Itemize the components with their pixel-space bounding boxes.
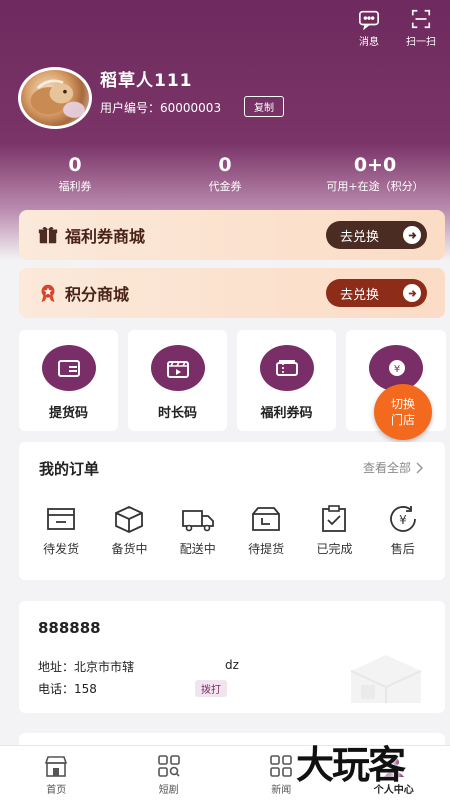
pickup-tray-icon xyxy=(252,507,281,531)
welfare-mall-card[interactable]: 福利券商城 去兑换 xyxy=(19,210,445,260)
coin-yen-icon: ¥ xyxy=(389,360,405,376)
user-id: 用户编号：60000003 xyxy=(100,101,222,115)
avatar[interactable] xyxy=(18,67,92,129)
order-status-label: 已完成 xyxy=(316,542,353,556)
yen-return-icon: ¥ xyxy=(389,506,416,532)
tile-label: 时长码 xyxy=(157,406,197,421)
medal-icon xyxy=(41,284,55,303)
tab-label: 短剧 xyxy=(158,785,179,796)
tab-label: 首页 xyxy=(46,785,67,796)
phone-line: 电话：158 xyxy=(38,682,97,696)
svg-text:¥: ¥ xyxy=(394,364,400,375)
news-grid-icon xyxy=(270,755,293,777)
order-status-label: 待发货 xyxy=(43,542,80,556)
order-status-after-sales[interactable]: ¥ 售后 xyxy=(373,504,433,557)
copy-id-button[interactable]: 复制 xyxy=(244,96,284,117)
order-status-completed[interactable]: 已完成 xyxy=(304,504,364,557)
gift-box-icon xyxy=(38,226,58,244)
svg-text:¥: ¥ xyxy=(399,513,407,527)
stat-label: 福利券 xyxy=(58,180,92,193)
order-status-awaiting-pickup[interactable]: 待提货 xyxy=(236,504,296,557)
stat-label: 代金券 xyxy=(208,180,242,193)
address-name: 888888 xyxy=(38,619,101,637)
order-status-delivering[interactable]: 配送中 xyxy=(168,504,228,557)
order-status-label: 配送中 xyxy=(179,542,216,556)
switch-store-button[interactable]: 切换 门店 xyxy=(374,384,432,440)
message-icon xyxy=(359,10,379,30)
switch-store-line2: 门店 xyxy=(390,413,415,427)
address-card[interactable]: 888888 地址：北京市市辖 dz 电话：158 拨打 xyxy=(19,601,445,713)
tile-welfare-code[interactable]: 福利券码 xyxy=(237,330,336,431)
tile-label: 提货码 xyxy=(48,406,88,421)
call-button[interactable]: 拨打 xyxy=(195,680,227,697)
stat-welfare-coupons[interactable]: 0 福利券 xyxy=(0,154,150,194)
redeem-label: 去兑换 xyxy=(340,287,380,303)
video-clapper-icon xyxy=(166,361,189,378)
points-mall-title: 积分商城 xyxy=(65,285,130,304)
stat-points[interactable]: 0+0 可用+在途（积分） xyxy=(300,154,450,194)
tab-home[interactable]: 首页 xyxy=(0,746,113,800)
messages-button[interactable]: 消息 xyxy=(358,8,380,48)
wallet-icon xyxy=(57,360,80,377)
order-status-preparing[interactable]: 备货中 xyxy=(99,504,159,557)
box-icon xyxy=(115,506,144,533)
home-store-icon xyxy=(45,756,68,777)
stat-value: 0+0 xyxy=(353,154,397,176)
order-status-pending-ship[interactable]: 待发货 xyxy=(31,504,91,557)
welfare-mall-title: 福利券商城 xyxy=(65,227,146,246)
stat-vouchers[interactable]: 0 代金券 xyxy=(150,154,300,194)
stat-value: 0 xyxy=(218,154,232,176)
address-extra: dz xyxy=(225,658,239,672)
tile-label: 福利券码 xyxy=(260,406,313,421)
ticket-icon xyxy=(275,360,298,376)
arrow-right-icon xyxy=(403,226,421,244)
stat-value: 0 xyxy=(68,154,82,176)
top-actions: 消息 扫一扫 xyxy=(358,8,436,48)
address-line: 地址：北京市市辖 xyxy=(38,660,135,674)
pending-ship-icon xyxy=(47,508,76,530)
tab-label: 新闻 xyxy=(271,785,292,796)
arrow-right-icon xyxy=(403,284,421,302)
truck-icon xyxy=(181,510,214,532)
welfare-redeem-button[interactable]: 去兑换 xyxy=(326,221,427,249)
scan-label: 扫一扫 xyxy=(406,37,436,48)
tab-short-drama[interactable]: 短剧 xyxy=(113,746,226,800)
tile-pickup-code[interactable]: 提货码 xyxy=(19,330,118,431)
stats-row: 0 福利券 0 代金券 0+0 可用+在途（积分） xyxy=(0,154,450,194)
order-status-list: 待发货 备货中 配送中 待提货 已完成 ¥ 售后 xyxy=(19,504,445,557)
points-mall-card[interactable]: 积分商城 去兑换 xyxy=(19,268,445,318)
switch-store-line1: 切换 xyxy=(390,397,415,411)
scan-icon xyxy=(411,9,431,29)
store-illustration-icon xyxy=(350,655,422,703)
chevron-right-icon xyxy=(416,461,423,474)
orders-title: 我的订单 xyxy=(39,460,100,478)
avatar-image xyxy=(30,79,85,118)
messages-label: 消息 xyxy=(359,37,379,48)
grid-search-icon xyxy=(157,755,180,777)
username: 稻草人111 xyxy=(100,71,193,91)
my-orders-card: 我的订单 查看全部 待发货 备货中 配送中 待提货 已完成 ¥ 售后 xyxy=(19,442,445,580)
tile-duration-code[interactable]: 时长码 xyxy=(128,330,227,431)
clipboard-check-icon xyxy=(322,505,347,532)
scan-button[interactable]: 扫一扫 xyxy=(406,8,436,48)
brand-watermark: 大玩客 xyxy=(296,742,406,787)
order-status-label: 备货中 xyxy=(111,542,148,556)
view-all-orders-link[interactable]: 查看全部 xyxy=(363,459,423,476)
view-all-label: 查看全部 xyxy=(362,461,411,475)
redeem-label: 去兑换 xyxy=(340,229,380,245)
points-redeem-button[interactable]: 去兑换 xyxy=(326,279,427,307)
order-status-label: 售后 xyxy=(390,542,415,556)
order-status-label: 待提货 xyxy=(248,542,285,556)
stat-label: 可用+在途（积分） xyxy=(326,180,424,193)
